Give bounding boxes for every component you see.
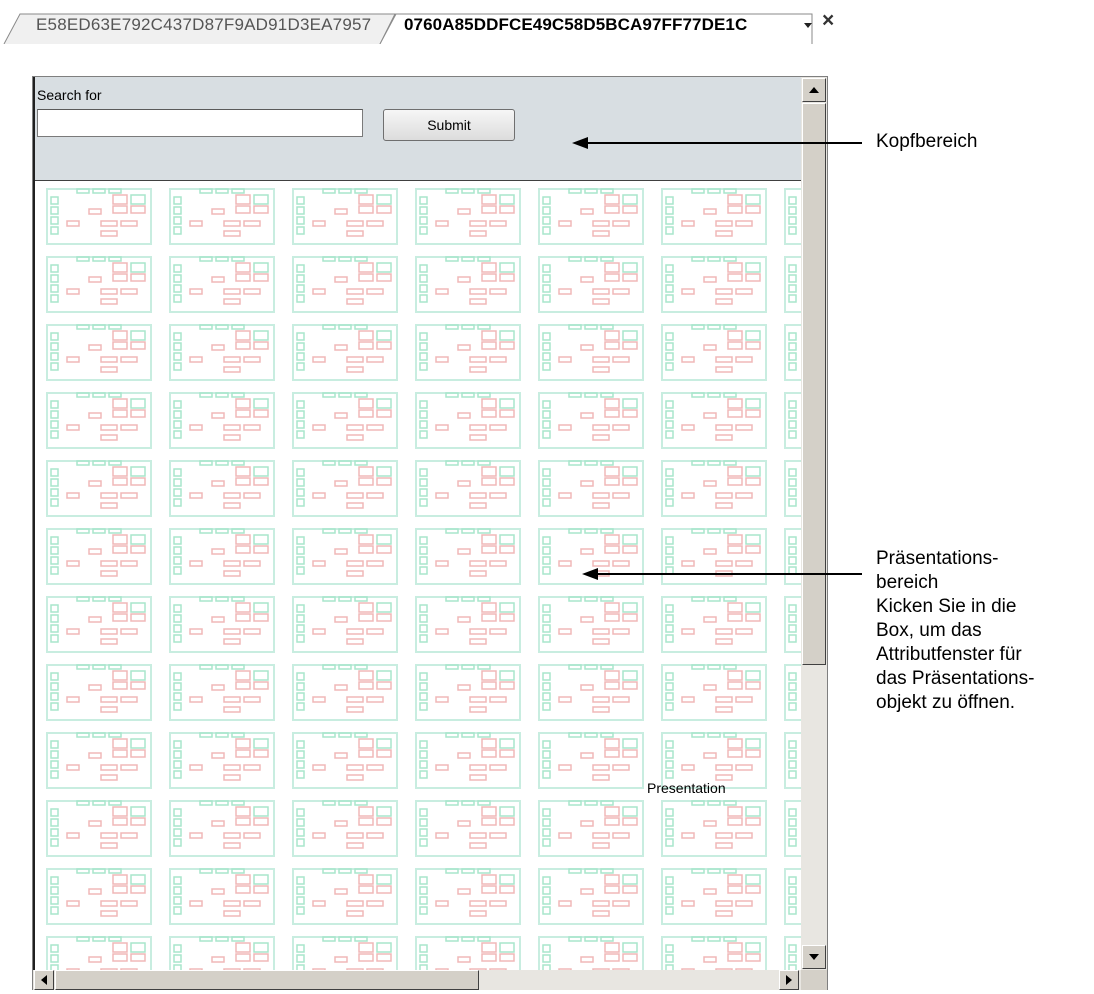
callout-line: Kicken Sie in die	[876, 596, 1017, 617]
arrow-down-icon	[809, 954, 819, 960]
arrow-left-icon	[41, 975, 47, 985]
presentation-area[interactable]: Presentation	[35, 181, 801, 970]
tab-strip: E58ED63E792C437D87F9AD91D3EA7957 0760A85…	[0, 0, 1094, 44]
horizontal-scrollbar[interactable]	[33, 970, 801, 990]
callout-praesentationsbereich: Präsentations- bereich Kicken Sie in die…	[876, 547, 1034, 715]
scroll-up-button[interactable]	[802, 78, 826, 102]
content-viewport: Search for Submit Presentation	[33, 77, 801, 970]
callout-line: objekt zu öffnen.	[876, 692, 1016, 713]
vertical-scroll-thumb[interactable]	[802, 103, 826, 665]
scroll-left-button[interactable]	[34, 970, 54, 990]
chevron-down-icon[interactable]	[803, 20, 813, 30]
arrow-right-icon	[786, 975, 792, 985]
scroll-right-button[interactable]	[779, 970, 799, 990]
callout-line: Attributfenster für	[876, 644, 1022, 665]
callout-kopfbereich: Kopfbereich	[876, 131, 978, 152]
callout-line: Präsentations-	[876, 548, 999, 569]
search-input[interactable]	[37, 109, 363, 137]
submit-button[interactable]: Submit	[383, 109, 515, 141]
header-area: Search for Submit	[35, 77, 801, 181]
scrollbar-corner	[801, 970, 827, 990]
vertical-scrollbar[interactable]	[801, 77, 827, 970]
scroll-down-button[interactable]	[802, 945, 826, 969]
tab-inactive[interactable]: E58ED63E792C437D87F9AD91D3EA7957	[36, 15, 371, 35]
callout-line: bereich	[876, 572, 939, 593]
tab-active[interactable]: 0760A85DDFCE49C58D5BCA97FF77DE1C	[404, 15, 747, 35]
callout-line: das Präsentations-	[876, 668, 1035, 689]
search-label: Search for	[37, 87, 102, 103]
callout-line: Box, um das	[876, 620, 982, 641]
thumbnail-grid	[35, 181, 801, 970]
close-icon[interactable]: ×	[822, 9, 834, 33]
presentation-label[interactable]: Presentation	[647, 780, 726, 796]
arrow-up-icon	[809, 87, 819, 93]
horizontal-scroll-thumb[interactable]	[55, 970, 479, 990]
